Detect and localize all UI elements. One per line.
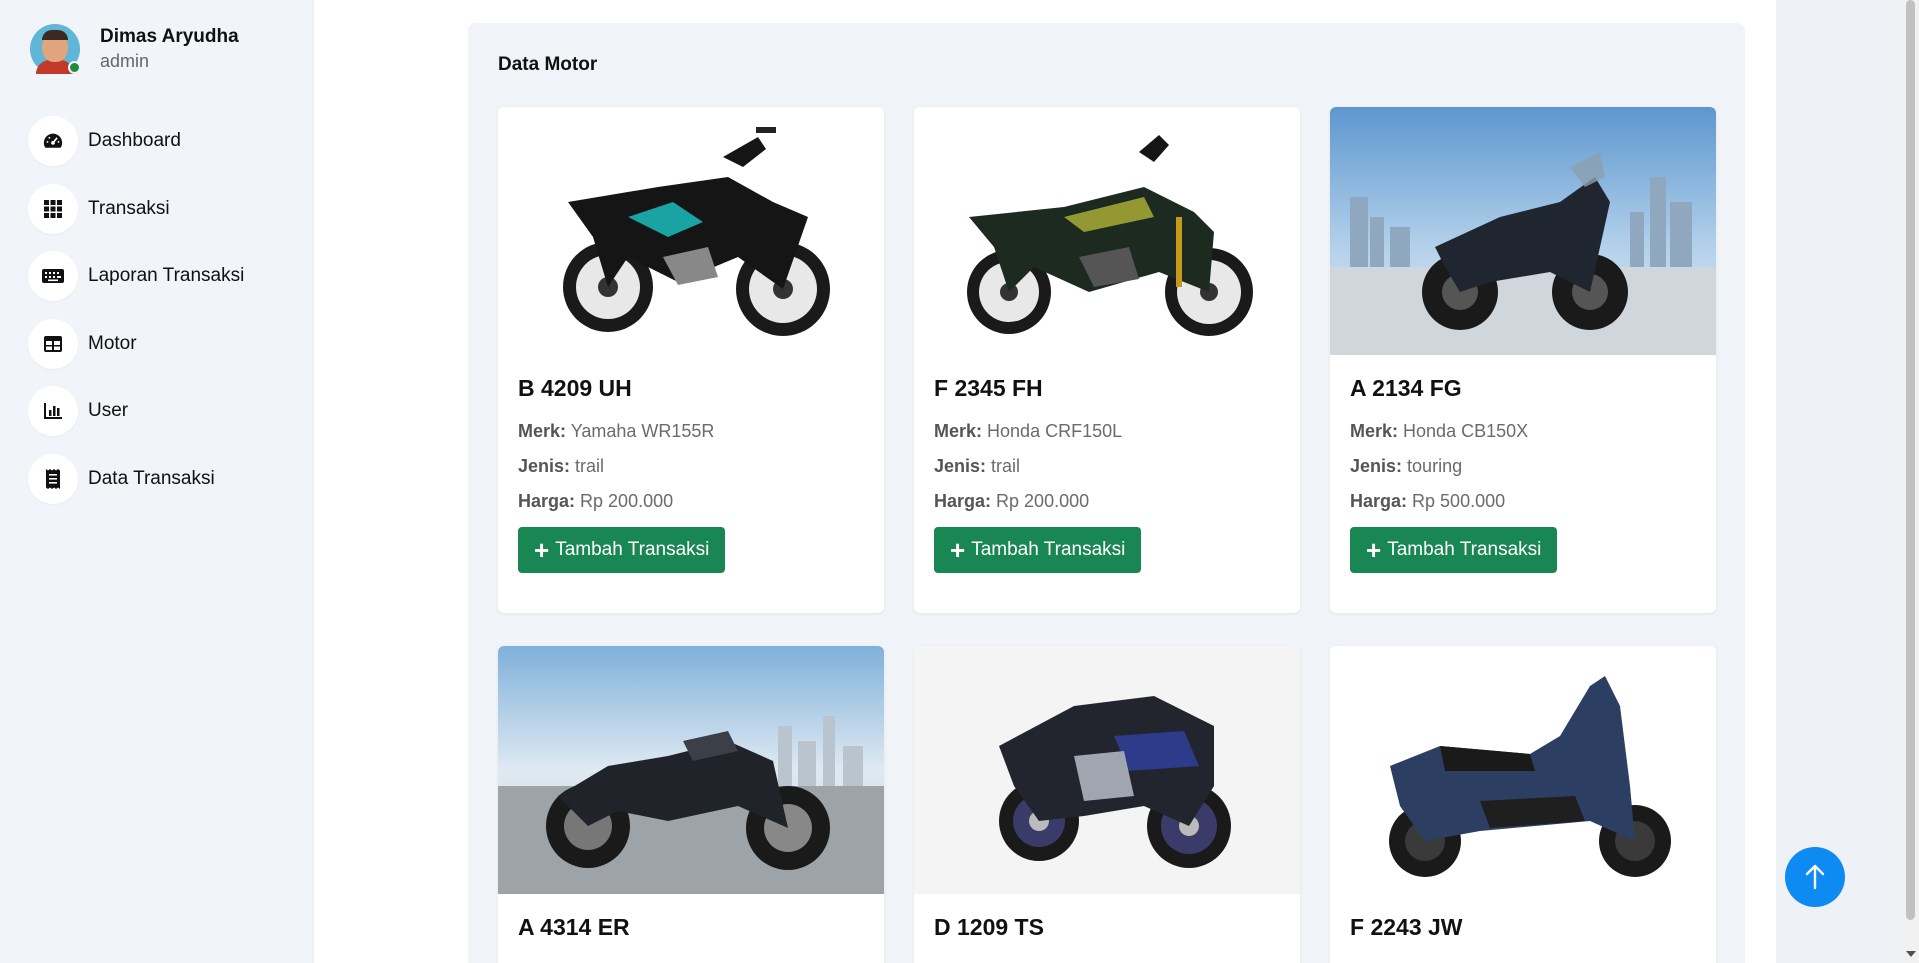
sidebar-item-user[interactable]: User bbox=[28, 386, 244, 436]
sidebar-nav: Dashboard Transaksi Laporan Transaksi Mo… bbox=[28, 116, 244, 521]
motor-card: D 1209 TS bbox=[914, 646, 1300, 963]
profile-role: admin bbox=[100, 51, 150, 71]
jenis-label: Jenis: bbox=[934, 456, 987, 476]
motor-plate: A 4314 ER bbox=[518, 914, 630, 940]
motor-plate: F 2345 FH bbox=[934, 375, 1043, 401]
motor-image bbox=[498, 646, 884, 894]
motor-image bbox=[1330, 646, 1716, 894]
section-title: Data Motor bbox=[498, 54, 598, 75]
motor-card: B 4209 UH Merk: Yamaha WR155R Jenis: tra… bbox=[498, 107, 884, 613]
plus-icon: + bbox=[950, 535, 966, 565]
sidebar-item-label: Motor bbox=[88, 332, 137, 354]
motor-image bbox=[1330, 107, 1716, 355]
sidebar-item-data-transaksi[interactable]: Data Transaksi bbox=[28, 453, 244, 504]
motor-merk: Yamaha WR155R bbox=[570, 421, 715, 441]
motor-card: F 2243 JW bbox=[1330, 646, 1716, 963]
user-profile: Dimas Aryudha admin bbox=[30, 24, 239, 74]
keyboard-icon bbox=[28, 251, 78, 301]
scrollbar-thumb[interactable] bbox=[1906, 0, 1915, 920]
scrollbar[interactable] bbox=[1902, 0, 1919, 963]
add-transaction-label: Tambah Transaksi bbox=[971, 539, 1126, 560]
add-transaction-button[interactable]: + Tambah Transaksi bbox=[1350, 527, 1558, 573]
sidebar-item-label: Laporan Transaksi bbox=[88, 265, 245, 286]
motor-merk: Honda CB150X bbox=[1403, 421, 1529, 441]
avatar bbox=[30, 24, 81, 74]
jenis-label: Jenis: bbox=[518, 456, 571, 476]
motor-card: A 4314 ER bbox=[498, 646, 884, 963]
sidebar-item-motor[interactable]: Motor bbox=[28, 318, 244, 369]
merk-label: Merk: bbox=[934, 421, 983, 441]
grid-icon bbox=[28, 183, 78, 234]
motor-card: A 2134 FG Merk: Honda CB150X Jenis: tour… bbox=[1330, 107, 1716, 613]
table-icon bbox=[28, 318, 78, 369]
sidebar: Dimas Aryudha admin Dashboard Transaksi … bbox=[0, 0, 312, 963]
motor-image bbox=[914, 646, 1300, 894]
merk-label: Merk: bbox=[518, 421, 567, 441]
motor-harga: Rp 200.000 bbox=[996, 491, 1090, 511]
motor-jenis: trail bbox=[991, 456, 1021, 476]
motor-image bbox=[498, 107, 884, 355]
merk-label: Merk: bbox=[1350, 421, 1399, 441]
scroll-down-arrow-icon[interactable] bbox=[1906, 951, 1916, 957]
motor-card: F 2345 FH Merk: Honda CRF150L Jenis: tra… bbox=[914, 107, 1300, 613]
motor-jenis: trail bbox=[575, 456, 605, 476]
motor-plate: D 1209 TS bbox=[934, 914, 1044, 940]
sidebar-item-laporan-transaksi[interactable]: Laporan Transaksi bbox=[28, 251, 244, 301]
receipt-icon bbox=[28, 453, 78, 504]
motor-harga: Rp 500.000 bbox=[1412, 491, 1506, 511]
motor-merk: Honda CRF150L bbox=[987, 421, 1123, 441]
harga-label: Harga: bbox=[934, 491, 992, 511]
motor-plate: A 2134 FG bbox=[1350, 375, 1462, 401]
add-transaction-button[interactable]: + Tambah Transaksi bbox=[934, 527, 1142, 573]
sidebar-item-transaksi[interactable]: Transaksi bbox=[28, 183, 244, 234]
online-status-indicator bbox=[68, 61, 81, 74]
add-transaction-label: Tambah Transaksi bbox=[1387, 539, 1542, 560]
motor-image bbox=[914, 107, 1300, 355]
gauge-icon bbox=[28, 116, 78, 166]
arrow-up-icon bbox=[1805, 864, 1825, 890]
bar-chart-icon bbox=[28, 386, 78, 436]
motor-plate: B 4209 UH bbox=[518, 375, 632, 401]
add-transaction-label: Tambah Transaksi bbox=[555, 539, 710, 560]
motor-plate: F 2243 JW bbox=[1350, 914, 1463, 940]
harga-label: Harga: bbox=[518, 491, 576, 511]
sidebar-item-label: User bbox=[88, 400, 129, 421]
harga-label: Harga: bbox=[1350, 491, 1408, 511]
motor-jenis: touring bbox=[1407, 456, 1463, 476]
sidebar-item-dashboard[interactable]: Dashboard bbox=[28, 116, 244, 166]
sidebar-item-label: Dashboard bbox=[88, 130, 181, 151]
plus-icon: + bbox=[534, 535, 550, 565]
sidebar-item-label: Data Transaksi bbox=[88, 467, 215, 489]
profile-name: Dimas Aryudha bbox=[100, 26, 239, 47]
sidebar-item-label: Transaksi bbox=[88, 197, 170, 219]
plus-icon: + bbox=[1366, 535, 1382, 565]
motor-harga: Rp 200.000 bbox=[580, 491, 674, 511]
back-to-top-button[interactable] bbox=[1785, 847, 1845, 907]
jenis-label: Jenis: bbox=[1350, 456, 1403, 476]
add-transaction-button[interactable]: + Tambah Transaksi bbox=[518, 527, 726, 573]
